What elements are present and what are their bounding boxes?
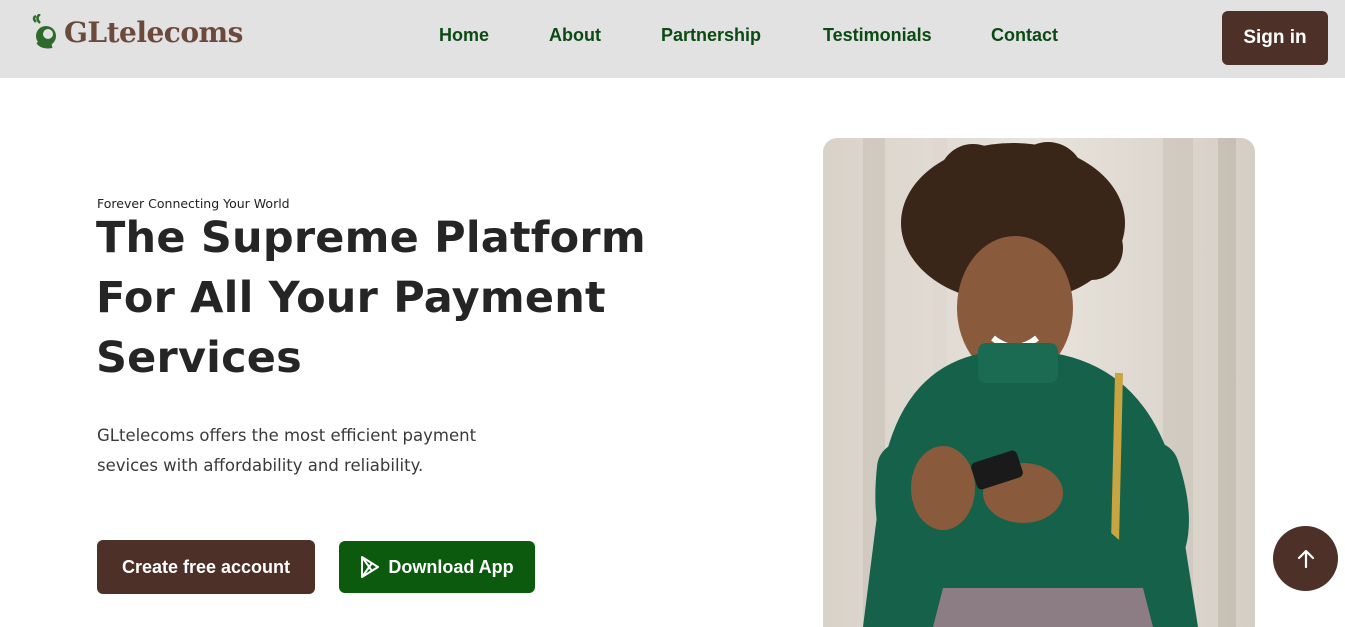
download-app-button[interactable]: Download App [339, 541, 535, 593]
hero-description: GLtelecoms offers the most efficient pay… [97, 426, 477, 475]
nav-testimonials[interactable]: Testimonials [823, 25, 932, 46]
nav-contact[interactable]: Contact [991, 25, 1058, 46]
hero-title: The Supreme Platform For All Your Paymen… [96, 213, 646, 383]
sign-in-button[interactable]: Sign in [1222, 11, 1328, 65]
logo-text: GLtelecoms [64, 15, 243, 49]
navbar: GLtelecoms Home About Partnership Testim… [0, 0, 1345, 78]
woman-using-phone-photo [823, 138, 1255, 627]
download-app-label: Download App [388, 556, 514, 577]
logo[interactable]: GLtelecoms [30, 12, 243, 52]
nav-home[interactable]: Home [439, 25, 489, 46]
arrow-up-icon [1297, 549, 1314, 568]
nav-about[interactable]: About [549, 25, 601, 46]
create-account-button[interactable]: Create free account [97, 540, 315, 594]
nav-partnership[interactable]: Partnership [661, 25, 761, 46]
scroll-to-top-button[interactable] [1273, 526, 1338, 591]
logo-icon [32, 14, 56, 49]
play-store-icon [361, 556, 380, 578]
